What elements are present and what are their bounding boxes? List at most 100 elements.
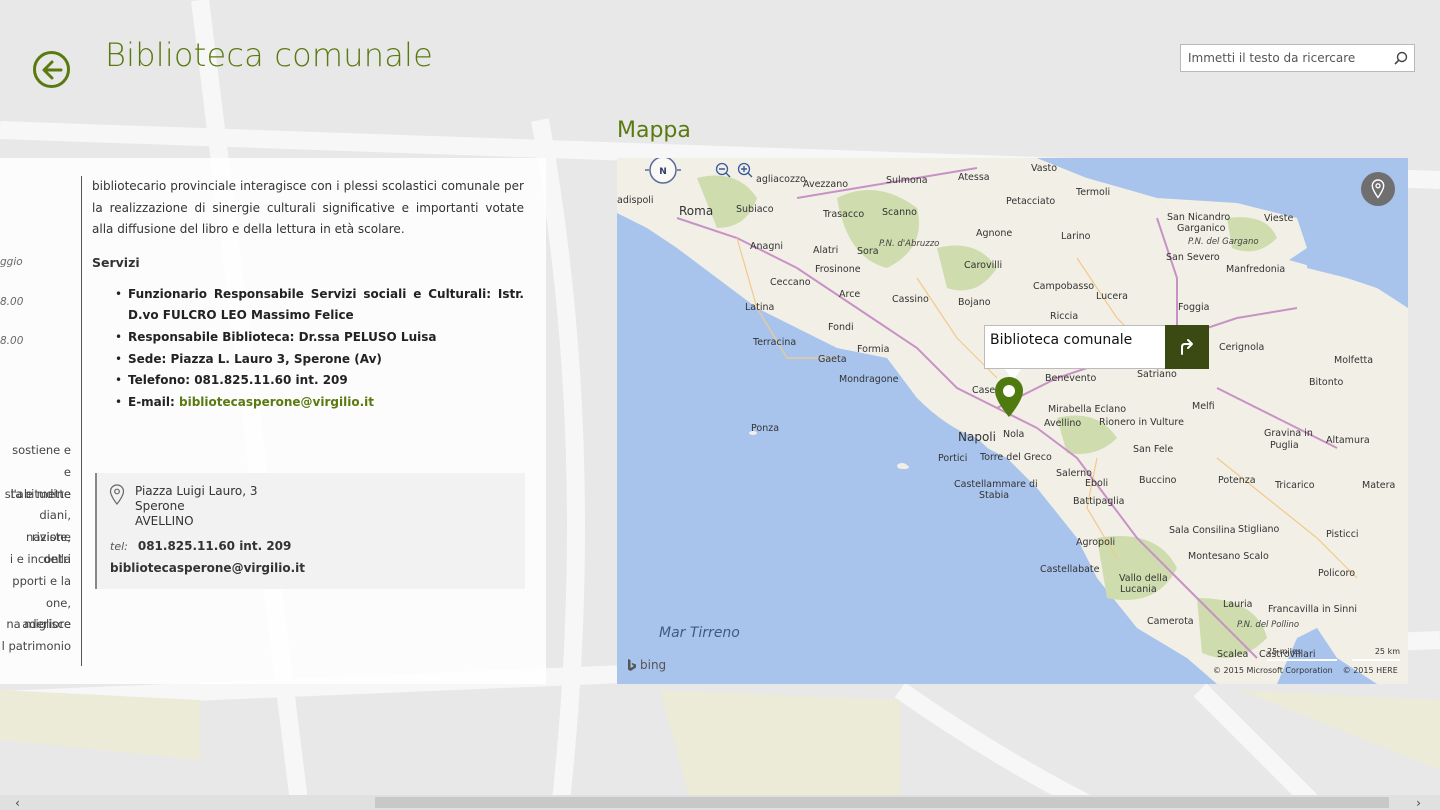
map-label: Cassino	[892, 294, 929, 305]
map-label: Terracina	[753, 337, 797, 348]
map-label: Nola	[1003, 429, 1025, 440]
zoom-out-icon[interactable]	[715, 162, 731, 178]
map-label: Avellino	[1044, 418, 1082, 429]
zoom-in-icon[interactable]	[737, 162, 753, 178]
text-fragment: sta e mette	[4, 486, 71, 501]
map-label: Anagni	[750, 241, 784, 252]
text-fragment: l patrimonio	[1, 639, 71, 654]
map-label: Trasacco	[823, 209, 865, 220]
card-email[interactable]: bibliotecasperone@virgilio.it	[110, 561, 305, 575]
text-fragment: i e incontri	[9, 552, 71, 566]
map-label: Potenza	[1218, 475, 1256, 486]
location-pin-icon	[1371, 179, 1385, 199]
map-label: Policoro	[1318, 568, 1356, 579]
map-heading: Mappa	[617, 118, 691, 143]
map-label: Buccino	[1139, 475, 1177, 486]
service-item: Funzionario Responsabile Servizi sociali…	[92, 284, 524, 327]
map-label: Lucera	[1096, 291, 1128, 302]
map-label: Napoli	[958, 430, 996, 444]
arrow-left-icon	[42, 60, 62, 79]
map-label: Atessa	[958, 172, 990, 183]
map-label: Mondragone	[839, 374, 899, 385]
directions-button[interactable]	[1165, 325, 1209, 369]
page-title: Biblioteca comunale	[105, 36, 434, 74]
scroll-right-icon[interactable]: ›	[1411, 795, 1426, 810]
map-popup: Biblioteca comunale	[984, 325, 1209, 381]
hours-time-1: 8.00	[0, 296, 24, 308]
text-fragment: pporti e la	[12, 573, 71, 588]
map-label: Stigliano	[1238, 524, 1280, 535]
map-view[interactable]: Vasto Termoli Sulmona Atessa Avezzano ag…	[617, 158, 1408, 684]
tel-value[interactable]: 081.825.11.60 int. 209	[138, 539, 292, 553]
directions-arrow-icon	[1181, 339, 1193, 355]
bing-label: bing	[640, 658, 667, 672]
hours-time-2: 8.00	[0, 335, 24, 347]
map-marker-icon[interactable]	[994, 376, 1024, 418]
map-label: Agnone	[976, 228, 1013, 239]
map-label: Mirabella Eclano	[1048, 404, 1127, 415]
bing-logo: bing	[627, 658, 666, 672]
intro-paragraph: bibliotecario provinciale interagisce co…	[92, 179, 524, 237]
map-label: Benevento	[1045, 373, 1097, 384]
map-label: P.N. del Gargano	[1188, 237, 1259, 247]
map-label: Agropoli	[1076, 537, 1116, 548]
service-item: Sede: Piazza L. Lauro 3, Sperone (Av)	[92, 349, 524, 371]
address-line: Piazza Luigi Lauro, 3	[135, 484, 258, 498]
map-label: Lucania	[1120, 584, 1157, 595]
service-item-email: E-mail: bibliotecasperone@virgilio.it	[92, 392, 524, 414]
service-item: Telefono: 081.825.11.60 int. 209	[92, 370, 524, 392]
map-label: Larino	[1061, 231, 1091, 242]
compass-label: N	[659, 167, 667, 177]
back-button[interactable]	[33, 51, 70, 88]
map-label: Carovilli	[964, 260, 1003, 271]
map-label: Gaeta	[818, 354, 847, 365]
email-link[interactable]: bibliotecasperone@virgilio.it	[179, 395, 374, 409]
map-label: Roma	[679, 204, 714, 218]
popup-title: Biblioteca comunale	[990, 332, 1133, 348]
map-label: Foggia	[1178, 302, 1210, 313]
map-label: Montesano Scalo	[1188, 551, 1269, 562]
map-label: Sora	[857, 246, 879, 257]
service-item: Responsabile Biblioteca: Dr.ssa PELUSO L…	[92, 327, 524, 349]
search-icon[interactable]	[1388, 45, 1414, 71]
map-label: Eboli	[1085, 478, 1109, 489]
map-label: San Nicandro	[1167, 212, 1231, 223]
map-label: Vieste	[1264, 213, 1294, 224]
my-location-button[interactable]	[1361, 172, 1395, 206]
map-label: Pisticci	[1326, 529, 1359, 540]
text-fragment: na migliore	[6, 617, 71, 632]
search-box[interactable]	[1180, 44, 1415, 72]
left-column-clipped: ggio 8.00 8.00 sostiene e e l'abitudine …	[0, 158, 80, 684]
scroll-left-icon[interactable]: ‹	[10, 795, 25, 810]
map-label: Termoli	[1076, 187, 1111, 198]
map-label: P.N. del Pollino	[1237, 620, 1300, 630]
address-line: Sperone	[135, 499, 185, 513]
contact-card: Piazza Luigi Lauro, 3 Sperone AVELLINO t…	[95, 473, 525, 589]
map-label: agliacozzo	[756, 174, 806, 185]
map-label: Portici	[938, 453, 968, 464]
map-label: Bitonto	[1309, 377, 1344, 388]
map-label: San Fele	[1133, 444, 1174, 455]
text-fragment: sostiene e	[12, 443, 71, 457]
map-label: Arce	[839, 289, 861, 300]
card-telephone: tel: 081.825.11.60 int. 209	[110, 539, 291, 553]
map-label: San Severo	[1166, 252, 1220, 263]
map-label: Molfetta	[1334, 355, 1374, 366]
map-label: Melfi	[1192, 401, 1215, 412]
search-input[interactable]	[1181, 45, 1388, 71]
compass-icon[interactable]: N	[643, 158, 683, 186]
email-label: E-mail:	[128, 394, 179, 409]
tel-label: tel:	[110, 540, 128, 553]
horizontal-scrollbar[interactable]: ‹ ›	[0, 795, 1440, 810]
scrollbar-thumb[interactable]	[375, 797, 1389, 808]
map-label: Vasto	[1031, 163, 1058, 174]
map-label: Vallo della	[1119, 573, 1168, 584]
column-divider	[81, 176, 82, 666]
map-label: Formia	[857, 344, 890, 355]
map-label: Cerignola	[1219, 342, 1265, 353]
scale-km: 25 km	[1352, 647, 1400, 661]
map-label: Altamura	[1326, 435, 1370, 446]
copyright-ms: © 2015 Microsoft Corporation	[1213, 666, 1333, 675]
map-label: Petacciato	[1006, 196, 1056, 207]
map-label: Ponza	[751, 423, 780, 434]
